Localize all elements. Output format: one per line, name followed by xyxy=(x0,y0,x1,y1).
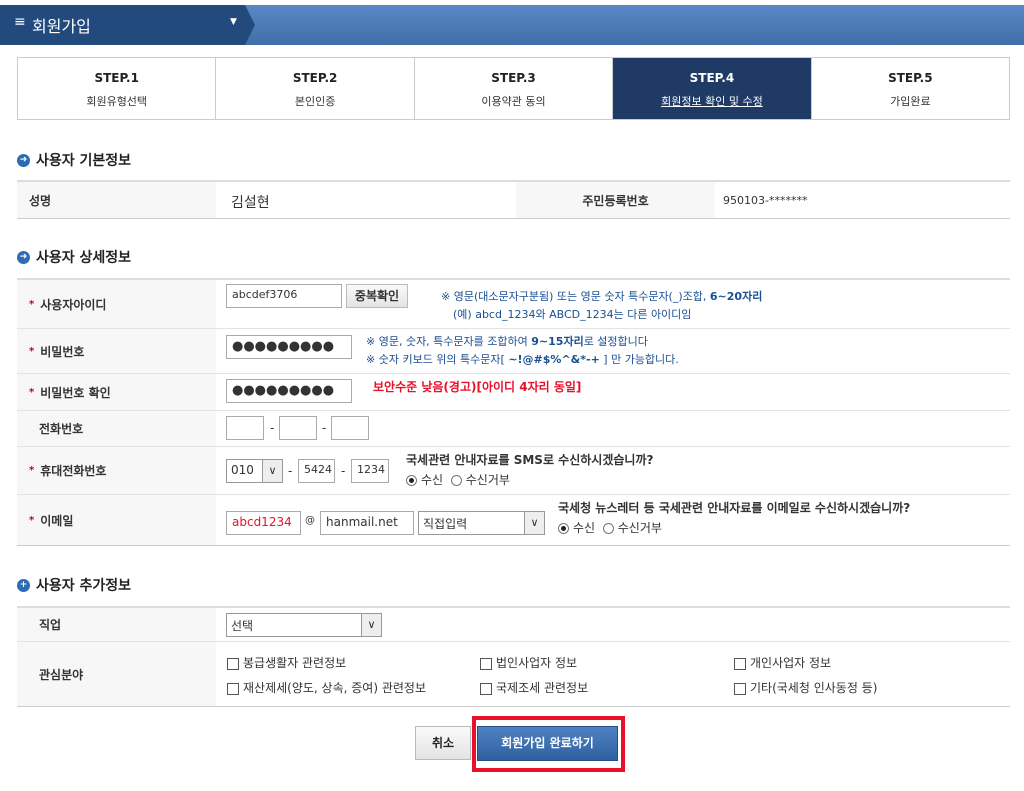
phone-part3-input[interactable] xyxy=(331,416,369,440)
password-input[interactable]: ●●●●●●●●● xyxy=(226,335,352,359)
password-strength-warning: 보안수준 낮음(경고)[아이디 4자리 동일] xyxy=(373,380,582,394)
chevron-down-icon: ∨ xyxy=(524,512,544,534)
detail-info-table: * 사용자아이디 abcdef3706 중복확인 ※ 영문(대소문자구분됨) 또는… xyxy=(17,278,1010,546)
email-receive-radio[interactable] xyxy=(558,523,569,534)
sms-radio-group: 수신 수신거부 xyxy=(406,471,510,488)
duplicate-check-button[interactable]: 중복확인 xyxy=(346,284,408,308)
section-basic-title: ➜ 사용자 기본정보 xyxy=(17,150,131,170)
interest-checkbox[interactable]: 기타(국세청 인사동정 등) xyxy=(734,679,877,696)
mobile-mid-input[interactable]: 5424 xyxy=(298,459,335,483)
row-password-confirm: * 비밀번호 확인 ●●●●●●●●● 보안수준 낮음(경고)[아이디 4자리 동… xyxy=(17,374,1010,411)
page-title: 회원가입 xyxy=(32,17,91,36)
row-email: * 이메일 abcd1234 @ hanmail.net 직접입력 ∨ 국세청 뉴스… xyxy=(17,495,1010,545)
job-select[interactable]: 선택 ∨ xyxy=(226,613,382,637)
chevron-down-icon: ∨ xyxy=(361,614,381,636)
row-mobile: * 휴대전화번호 010 ∨ - 5424 - 1234 국세관련 안내자료를 SM… xyxy=(17,447,1010,495)
password-confirm-input[interactable]: ●●●●●●●●● xyxy=(226,379,352,403)
hamburger-icon[interactable]: ≡ xyxy=(14,14,26,30)
section-extra-title: + 사용자 추가정보 xyxy=(17,575,131,595)
interest-checkbox[interactable]: 법인사업자 정보 xyxy=(480,654,577,671)
extra-info-table: 직업 선택 ∨ 관심분야 봉급생활자 관련정보 법인사업자 정보 개인사업자 정보… xyxy=(17,606,1010,707)
bullet-arrow-icon: ➜ xyxy=(17,250,30,264)
bullet-plus-icon: + xyxy=(17,578,30,592)
interest-checkbox[interactable]: 개인사업자 정보 xyxy=(734,654,831,671)
email-radio-group: 수신 수신거부 xyxy=(558,519,662,536)
caret-down-icon[interactable]: ▼ xyxy=(230,17,237,27)
interest-checkbox[interactable]: 재산제세(양도, 상속, 증여) 관련정보 xyxy=(227,679,426,696)
row-password: * 비밀번호 ●●●●●●●●● ※ 영문, 숫자, 특수문자를 조합하여 9~1… xyxy=(17,329,1010,374)
interest-checkbox[interactable]: 봉급생활자 관련정보 xyxy=(227,654,346,671)
submit-signup-button[interactable]: 회원가입 완료하기 xyxy=(477,726,618,761)
cancel-button[interactable]: 취소 xyxy=(415,726,471,760)
interest-checkbox[interactable]: 국제조세 관련정보 xyxy=(480,679,588,696)
chevron-down-icon: ∨ xyxy=(262,460,282,482)
bullet-arrow-icon: ➜ xyxy=(17,153,30,167)
phone-part1-input[interactable] xyxy=(226,416,264,440)
sms-reject-radio[interactable] xyxy=(450,475,462,486)
row-user-id: * 사용자아이디 abcdef3706 중복확인 ※ 영문(대소문자구분됨) 또는… xyxy=(17,280,1010,329)
email-reject-radio[interactable] xyxy=(602,523,614,534)
sms-receive-radio[interactable] xyxy=(406,475,417,486)
step-indicator: STEP.1 회원유형선택 STEP.2 본인인증 STEP.3 이용약관 동의 ST… xyxy=(17,57,1010,120)
email-domain-select[interactable]: 직접입력 ∨ xyxy=(418,511,545,535)
step-5: STEP.5 가입완료 xyxy=(888,71,933,108)
rrn-label: 주민등록번호 xyxy=(516,182,715,218)
step-3: STEP.3 이용약관 동의 xyxy=(415,58,614,119)
email-domain-input[interactable]: hanmail.net xyxy=(320,511,414,535)
mobile-prefix-select[interactable]: 010 ∨ xyxy=(226,459,283,483)
step-1: STEP.1 회원유형선택 xyxy=(18,58,217,119)
rrn-value: 950103-******* xyxy=(723,194,808,207)
name-label: 성명 xyxy=(17,182,216,218)
row-interests: 관심분야 봉급생활자 관련정보 법인사업자 정보 개인사업자 정보 재산제세(양… xyxy=(17,642,1010,706)
phone-part2-input[interactable] xyxy=(279,416,317,440)
user-id-input[interactable]: abcdef3706 xyxy=(226,284,342,308)
mobile-last-input[interactable]: 1234 xyxy=(351,459,389,483)
section-detail-title: ➜ 사용자 상세정보 xyxy=(17,247,131,267)
row-job: 직업 선택 ∨ xyxy=(17,608,1010,642)
email-id-input[interactable]: abcd1234 xyxy=(226,511,301,535)
basic-info-table: 성명 김설현 주민등록번호 950103-******* xyxy=(17,180,1010,219)
step-4-active: STEP.4 회원정보 확인 및 수정 xyxy=(613,58,812,119)
row-phone: 전화번호 - - xyxy=(17,411,1010,447)
step-2: STEP.2 본인인증 xyxy=(216,58,415,119)
name-value: 김설현 xyxy=(231,195,270,211)
